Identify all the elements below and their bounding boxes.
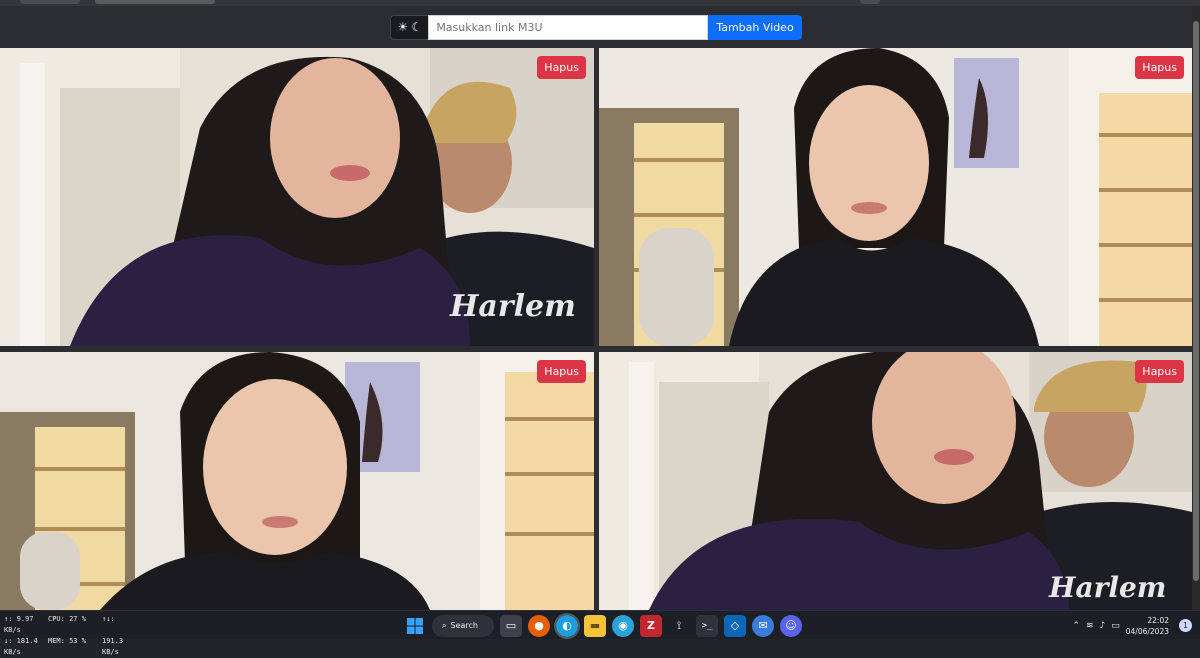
- download-speed: ↓: 181.4 KB/s: [4, 637, 38, 656]
- m3u-player-page: ☀ ☾ Tambah Video: [0, 7, 1192, 610]
- file-explorer-icon[interactable]: ▬: [584, 614, 606, 637]
- taskbar-apps: ⌕ Search ▭ ● ◐ ▬ ◉ Z ⟟ >_ ◇ ✉ ☺: [404, 612, 802, 639]
- video-frame: Harlem: [599, 352, 1192, 610]
- add-video-button[interactable]: Tambah Video: [708, 14, 802, 40]
- browser-chrome: [0, 0, 1200, 7]
- signal-icon[interactable]: ⟟: [668, 615, 690, 637]
- taskbar-search-button[interactable]: ⌕ Search: [432, 614, 494, 637]
- video-grid: Harlem Hapus Hapus Hapus Harlem Hapus: [0, 48, 1192, 610]
- browser-tab[interactable]: [20, 0, 80, 4]
- upload-speed: ↑: 9.97 KB/s: [4, 615, 34, 634]
- disk-label: ↑↓:: [102, 615, 115, 623]
- browser-tab-active[interactable]: [95, 0, 215, 4]
- edge-icon[interactable]: ◐: [554, 612, 580, 639]
- volume-icon[interactable]: ♪: [1100, 621, 1106, 631]
- video-tile[interactable]: Hapus: [599, 48, 1192, 346]
- moon-icon: ☾: [411, 20, 423, 34]
- top-bar: ☀ ☾ Tambah Video: [0, 7, 1192, 47]
- globe-icon[interactable]: ◉: [612, 614, 634, 637]
- taskbar-clock[interactable]: 22:02 04/06/2023: [1126, 615, 1169, 637]
- page-scrollbar[interactable]: [1192, 7, 1200, 610]
- chevron-up-icon[interactable]: ⌃: [1072, 621, 1080, 631]
- video-frame: Harlem: [0, 48, 594, 346]
- delete-video-button[interactable]: Hapus: [537, 360, 586, 383]
- discord-icon[interactable]: ☺: [780, 614, 802, 637]
- vscode-icon[interactable]: ◇: [724, 614, 746, 637]
- delete-video-button[interactable]: Hapus: [537, 56, 586, 79]
- video-tile[interactable]: Hapus: [0, 352, 594, 610]
- memory-usage: MEM: 53 %: [48, 637, 86, 645]
- clock-date: 04/06/2023: [1125, 626, 1169, 636]
- video-tile[interactable]: Harlem Hapus: [0, 48, 594, 346]
- wifi-icon[interactable]: ≋: [1086, 621, 1094, 631]
- video-tile[interactable]: Harlem Hapus: [599, 352, 1192, 610]
- windows-taskbar: ↑: 9.97 KB/s CPU: 27 % ↑↓: ↓: 181.4 KB/s…: [0, 610, 1200, 656]
- terminal-icon[interactable]: >_: [696, 614, 718, 637]
- chat-icon[interactable]: ✉: [752, 614, 774, 637]
- delete-video-button[interactable]: Hapus: [1135, 56, 1184, 79]
- search-icon: ⌕: [442, 620, 447, 630]
- cpu-usage: CPU: 27 %: [48, 615, 86, 623]
- task-view-icon[interactable]: ▭: [500, 614, 522, 637]
- sun-icon: ☀: [397, 20, 409, 34]
- battery-icon[interactable]: ▭: [1111, 621, 1120, 631]
- delete-video-button[interactable]: Hapus: [1135, 360, 1184, 383]
- windows-icon[interactable]: [404, 615, 426, 637]
- firefox-icon[interactable]: ●: [528, 614, 550, 637]
- scrollbar-thumb[interactable]: [1193, 21, 1199, 581]
- add-video-form: ☀ ☾ Tambah Video: [390, 14, 802, 40]
- video-frame: [599, 48, 1192, 346]
- clock-time: 22:02: [1147, 615, 1169, 625]
- search-label: Search: [450, 621, 478, 630]
- system-tray: ⌃ ≋ ♪ ▭ 22:02 04/06/2023 1: [1072, 614, 1192, 637]
- shirt-text: Harlem: [449, 289, 576, 324]
- video-frame: [0, 352, 594, 610]
- notification-badge[interactable]: 1: [1179, 619, 1192, 632]
- shirt-text: Harlem: [1048, 571, 1166, 604]
- system-monitor-widget: ↑: 9.97 KB/s CPU: 27 % ↑↓: ↓: 181.4 KB/s…: [4, 614, 136, 658]
- filezilla-icon[interactable]: Z: [640, 614, 662, 637]
- disk-speed: 191.3 KB/s: [102, 637, 124, 656]
- theme-toggle-button[interactable]: ☀ ☾: [390, 14, 429, 40]
- browser-tab[interactable]: [860, 0, 880, 4]
- m3u-link-input[interactable]: [428, 14, 709, 40]
